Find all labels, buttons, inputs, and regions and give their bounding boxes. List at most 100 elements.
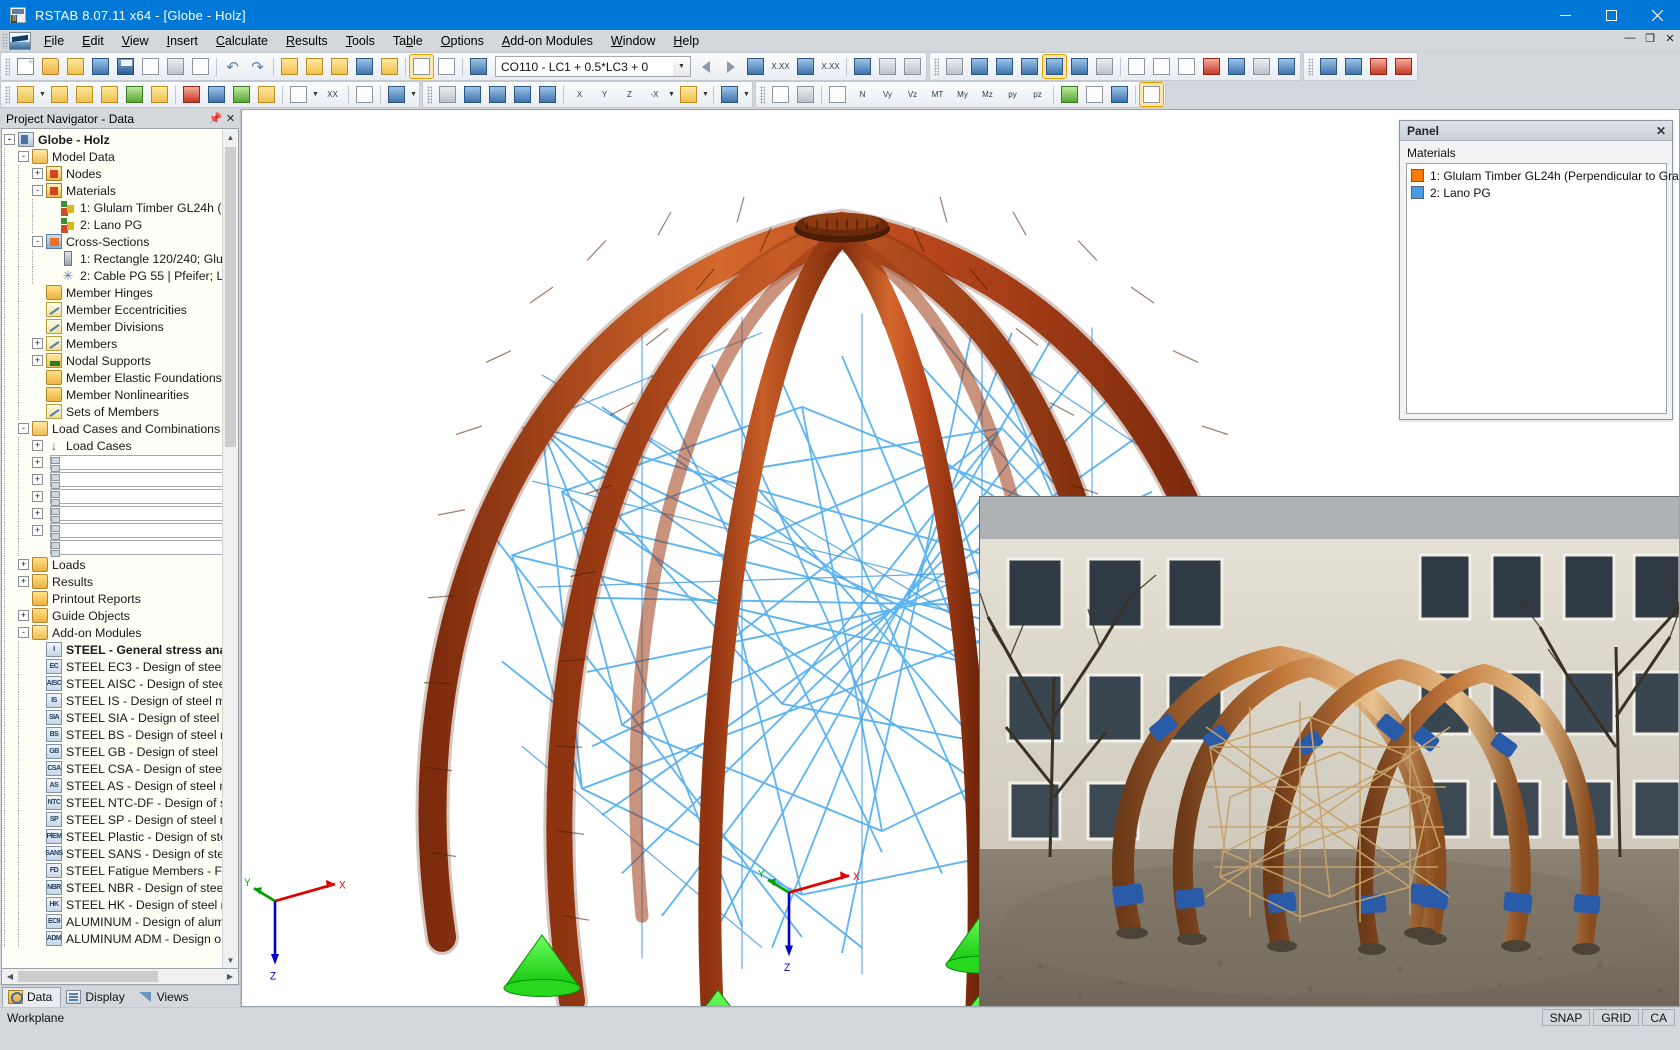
expand-icon[interactable]: +: [18, 610, 29, 621]
save-as-icon[interactable]: [89, 55, 112, 78]
chevron-down-icon[interactable]: ▼: [667, 83, 676, 106]
deformation-icon[interactable]: [851, 55, 874, 78]
tree-item[interactable]: 1: Glulam Timber GL24h (: [2, 199, 222, 216]
mirror-icon[interactable]: [1150, 55, 1173, 78]
tree-item[interactable]: NTCSTEEL NTC-DF - Design of st: [2, 794, 222, 811]
excel-import-icon[interactable]: [1342, 55, 1365, 78]
clipboard-icon[interactable]: [139, 55, 162, 78]
deform-py-icon[interactable]: py: [1001, 83, 1024, 106]
legend-item[interactable]: 1: Glulam Timber GL24h (Perpendicular to…: [1411, 167, 1662, 184]
expand-icon[interactable]: +: [18, 559, 29, 570]
result-curve-icon[interactable]: [1083, 83, 1106, 106]
menu-results[interactable]: Results: [277, 31, 337, 51]
new-member-icon[interactable]: [48, 83, 71, 106]
expand-icon[interactable]: +: [32, 474, 43, 485]
tree-item[interactable]: GBSTEEL GB - Design of steel m: [2, 743, 222, 760]
support-reaction-icon[interactable]: [876, 55, 899, 78]
tree-item[interactable]: +Combination Expressions: [2, 471, 222, 488]
tree-item[interactable]: -Load Cases and Combinations: [2, 420, 222, 437]
delete-nodes-icon[interactable]: [1200, 55, 1223, 78]
new-line-icon[interactable]: [73, 83, 96, 106]
navigator-tab-views[interactable]: Views: [133, 987, 197, 1007]
expand-icon[interactable]: +: [32, 457, 43, 468]
force-vz-icon[interactable]: Vz: [901, 83, 924, 106]
expand-icon[interactable]: +: [32, 440, 43, 451]
result-surface-icon[interactable]: [794, 55, 817, 78]
deform-diagram-icon[interactable]: [769, 83, 792, 106]
expand-icon[interactable]: +: [32, 338, 43, 349]
combination-icon[interactable]: [385, 83, 408, 106]
result-table-icon[interactable]: [1108, 83, 1131, 106]
navigator-tab-display[interactable]: Display: [61, 987, 132, 1007]
status-field-snap[interactable]: SNAP: [1542, 1009, 1591, 1026]
copy-icon[interactable]: [378, 55, 401, 78]
tree-item[interactable]: Member Nonlinearities: [2, 386, 222, 403]
collapse-icon[interactable]: -: [18, 151, 29, 162]
tree-item[interactable]: EC9ALUMINUM - Design of alum: [2, 913, 222, 930]
tree-item[interactable]: Member Hinges: [2, 284, 222, 301]
view-z-icon[interactable]: Z: [618, 83, 641, 106]
collapse-icon[interactable]: -: [4, 134, 15, 145]
show-panel-icon[interactable]: [1140, 83, 1163, 106]
expand-icon[interactable]: +: [32, 508, 43, 519]
new-support-icon[interactable]: [123, 83, 146, 106]
expand-icon[interactable]: +: [32, 168, 43, 179]
settings-icon[interactable]: [1275, 55, 1298, 78]
collapse-icon[interactable]: -: [18, 627, 29, 638]
tree-item[interactable]: +Loads: [2, 556, 222, 573]
support-properties-icon[interactable]: [230, 83, 253, 106]
mdi-close-button[interactable]: ✕: [1663, 32, 1677, 45]
show-table-icon[interactable]: [410, 55, 433, 78]
result-value-icon[interactable]: X.XX: [769, 55, 792, 78]
chevron-down-icon[interactable]: ▼: [701, 83, 710, 106]
tree-item[interactable]: +Result Combinations: [2, 522, 222, 539]
tree-item[interactable]: ISTEEL - General stress analy: [2, 641, 222, 658]
moment-mz-icon[interactable]: Mz: [976, 83, 999, 106]
tree-item[interactable]: Member Eccentricities: [2, 301, 222, 318]
info-icon[interactable]: [1225, 55, 1248, 78]
tree-item[interactable]: 2: Lano PG: [2, 216, 222, 233]
tree-item[interactable]: +Nodes: [2, 165, 222, 182]
print-icon[interactable]: [164, 55, 187, 78]
measure-icon[interactable]: [1125, 55, 1148, 78]
toolbar-grip[interactable]: [427, 86, 432, 104]
menu-file[interactable]: File: [35, 31, 73, 51]
redo-icon[interactable]: ↷: [246, 55, 269, 78]
chevron-down-icon[interactable]: ▼: [673, 57, 690, 76]
collapse-icon[interactable]: -: [18, 423, 29, 434]
tree-item[interactable]: +Nodal Supports: [2, 352, 222, 369]
collapse-icon[interactable]: -: [32, 236, 43, 247]
view-x-icon[interactable]: X: [568, 83, 591, 106]
zoom-in-icon[interactable]: [303, 55, 326, 78]
globe-icon[interactable]: [718, 83, 741, 106]
excel-export-icon[interactable]: [1317, 55, 1340, 78]
menu-tools[interactable]: Tools: [337, 31, 384, 51]
tree-item[interactable]: +Results: [2, 573, 222, 590]
minimize-button[interactable]: [1542, 0, 1588, 30]
menu-view[interactable]: View: [113, 31, 158, 51]
view-y-icon[interactable]: Y: [593, 83, 616, 106]
perspective-icon[interactable]: [1043, 55, 1066, 78]
zoom-region-icon[interactable]: [461, 83, 484, 106]
tree-item[interactable]: Printout Reports: [2, 590, 222, 607]
pin-icon[interactable]: 📌: [208, 112, 223, 125]
deform-pz-icon[interactable]: pz: [1026, 83, 1049, 106]
toolbar-grip[interactable]: [760, 86, 765, 104]
expand-icon[interactable]: +: [32, 491, 43, 502]
front-view-icon[interactable]: [1018, 55, 1041, 78]
result-diagram-icon[interactable]: [744, 55, 767, 78]
expand-icon[interactable]: +: [18, 576, 29, 587]
calculate-icon[interactable]: [467, 55, 490, 78]
menu-grip[interactable]: [2, 33, 8, 49]
export-icon[interactable]: [1392, 55, 1415, 78]
tree-item[interactable]: 1: Rectangle 120/240; Glu: [2, 250, 222, 267]
menu-insert[interactable]: Insert: [158, 31, 207, 51]
wireframe-icon[interactable]: [968, 55, 991, 78]
scroll-down-icon[interactable]: ▼: [223, 952, 239, 968]
selection-icon[interactable]: [353, 83, 376, 106]
tree-item[interactable]: Member Elastic Foundations: [2, 369, 222, 386]
close-button[interactable]: [1634, 0, 1680, 30]
view-negx-icon[interactable]: -X: [643, 83, 666, 106]
render-icon[interactable]: [278, 55, 301, 78]
dimension-value-icon[interactable]: XX: [321, 83, 344, 106]
